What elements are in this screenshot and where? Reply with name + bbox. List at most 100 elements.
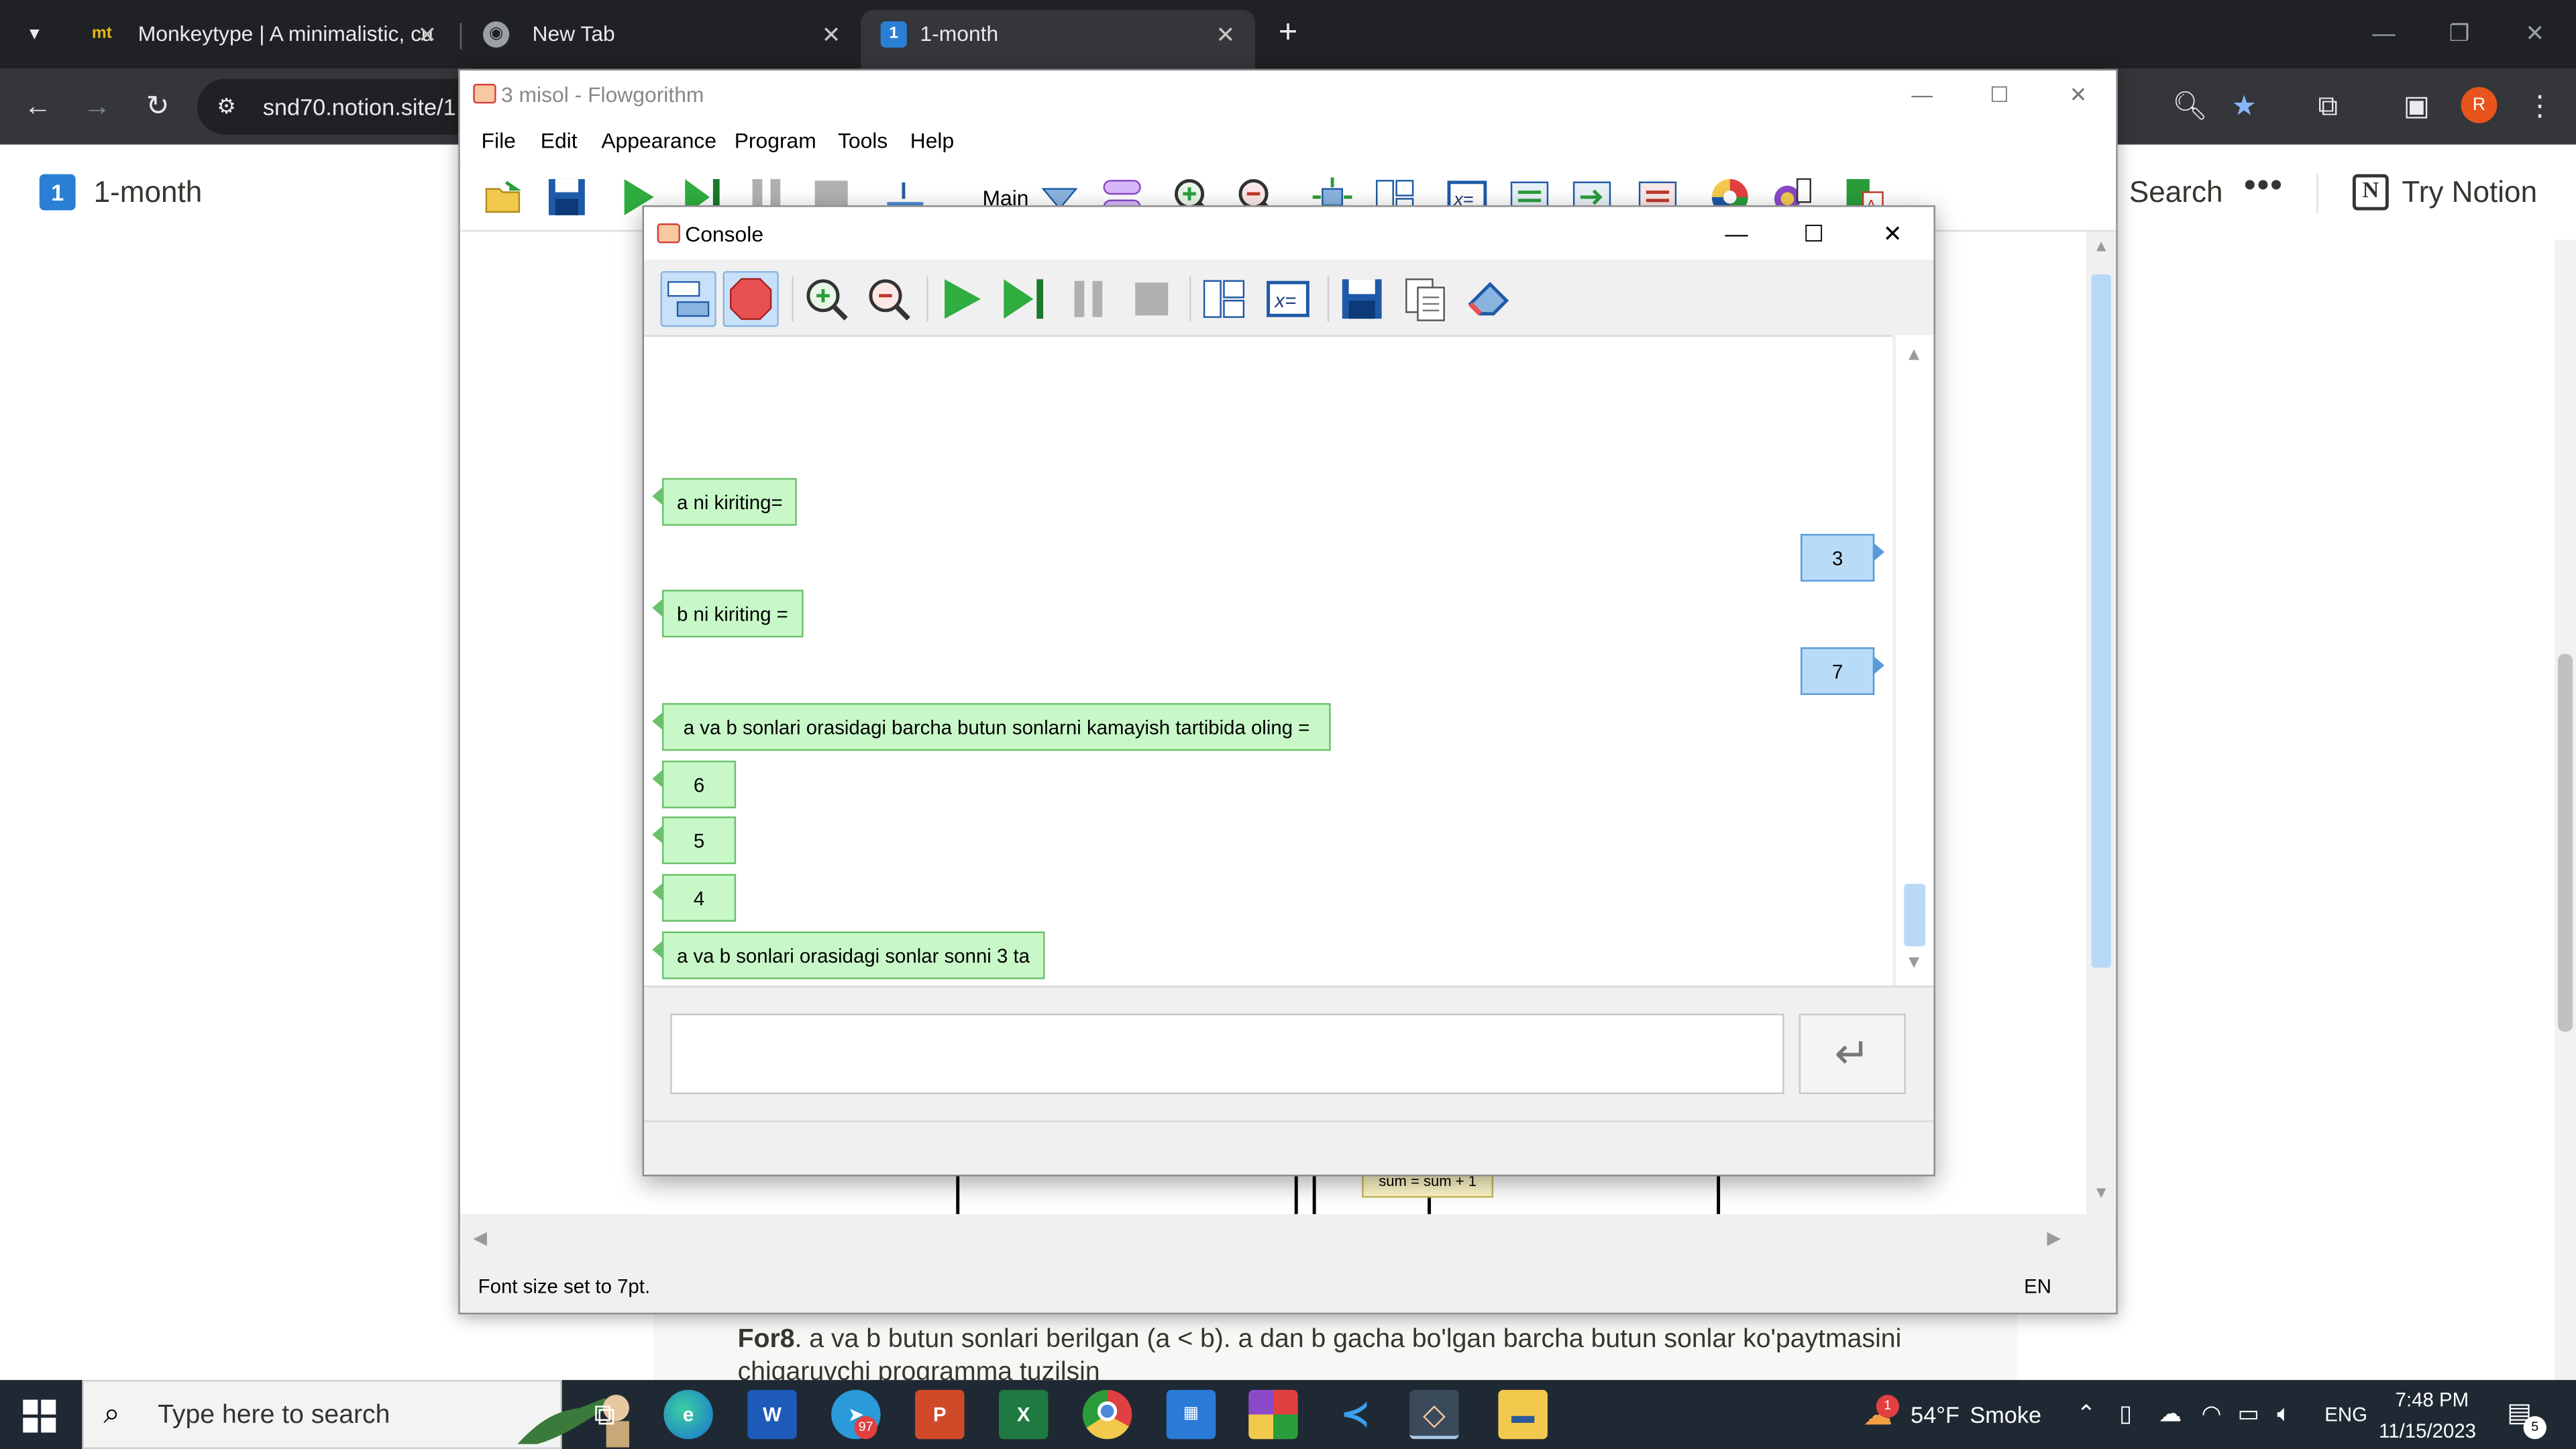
file-explorer-icon[interactable]: ▬ (1498, 1389, 1548, 1440)
status-bar: Font size set to 7pt. EN (460, 1260, 2116, 1313)
more-options-icon[interactable]: ••• (2244, 168, 2284, 205)
save-icon[interactable] (1334, 271, 1390, 327)
scroll-down-icon[interactable]: ▼ (1902, 953, 1925, 972)
close-icon[interactable]: ✕ (1868, 215, 1917, 252)
device-icon[interactable]: ▯ (2119, 1400, 2132, 1428)
menu-file[interactable]: File (482, 128, 516, 153)
notion-logo-icon[interactable]: N (2352, 174, 2389, 211)
windows-start-icon[interactable] (23, 1399, 56, 1433)
scroll-down-icon[interactable]: ▼ (2092, 1185, 2111, 1203)
zoom-icon[interactable]: 🔍︎ (2169, 85, 2212, 128)
flowchart-connector (1312, 1175, 1316, 1214)
maximize-icon[interactable]: ☐ (1975, 77, 2024, 113)
console-scrollbar[interactable]: ▲ ▼ (1896, 335, 1934, 986)
menu-tools[interactable]: Tools (838, 128, 888, 153)
menu-program[interactable]: Program (735, 128, 816, 153)
tab-monkeytype[interactable]: mt Monkeytype | A minimalistic, cu ✕ (66, 10, 457, 69)
flowchart-connector (956, 1175, 960, 1214)
copy-icon[interactable] (1398, 271, 1454, 327)
canvas-vertical-scrollbar[interactable]: ▲ ▼ (2086, 231, 2116, 1214)
taskbar-search-box[interactable]: ⌕ Type here to search (82, 1380, 629, 1449)
console-input-message: 3 (1801, 533, 1884, 582)
notion-page-title[interactable]: 1-month (94, 174, 203, 211)
close-tab-icon[interactable]: ✕ (818, 10, 845, 59)
save-icon[interactable] (545, 176, 588, 219)
reload-icon[interactable]: ↻ (136, 85, 179, 128)
winrar-icon[interactable] (1248, 1389, 1298, 1440)
new-tab-icon[interactable]: + (1269, 13, 1308, 53)
address-bar[interactable]: ⚙ snd70.notion.site/1 (197, 78, 477, 135)
minimize-icon[interactable]: — (1712, 215, 1761, 252)
tab-1-month[interactable]: 1 1-month ✕ (861, 9, 1256, 69)
weather-temperature[interactable]: 54°F (1911, 1401, 1960, 1428)
scrollbar-thumb[interactable] (2558, 653, 2573, 1032)
menu-edit[interactable]: Edit (541, 128, 578, 153)
step-icon[interactable] (998, 271, 1053, 327)
onedrive-icon[interactable]: ☁ (2159, 1400, 2182, 1428)
task-view-icon[interactable]: ⧉ (580, 1390, 629, 1439)
pause-icon[interactable] (1061, 271, 1117, 327)
scroll-left-icon[interactable]: ◀ (473, 1227, 487, 1248)
minimize-icon[interactable]: — (1898, 77, 1947, 113)
scrollbar-thumb[interactable] (1904, 883, 1926, 947)
weather-description[interactable]: Smoke (1970, 1401, 2041, 1428)
zoom-in-icon[interactable] (798, 271, 854, 327)
menu-help[interactable]: Help (910, 128, 955, 153)
canvas-horizontal-scrollbar[interactable]: ◀ ▶ (460, 1220, 2087, 1257)
stop-icon[interactable] (1124, 271, 1179, 327)
edge-icon[interactable]: e (663, 1389, 713, 1440)
zoom-out-icon[interactable] (861, 271, 916, 327)
close-icon[interactable]: ✕ (2053, 77, 2102, 113)
site-info-icon[interactable]: ⚙ (217, 79, 236, 135)
console-title-bar: Console — ☐ ✕ (644, 207, 1934, 260)
minimize-icon[interactable]: — (2346, 13, 2422, 53)
scroll-right-icon[interactable]: ▶ (2047, 1227, 2061, 1248)
restore-icon[interactable]: ❐ (2422, 13, 2498, 53)
scroll-up-icon[interactable]: ▲ (1902, 345, 1925, 364)
page-scrollbar[interactable] (2555, 239, 2576, 1381)
maximize-icon[interactable]: ☐ (1789, 215, 1838, 252)
show-hidden-icons-icon[interactable]: ⌃ (2077, 1400, 2096, 1428)
run-icon[interactable] (933, 271, 989, 327)
chat-view-icon[interactable] (660, 271, 716, 327)
open-folder-icon[interactable] (483, 176, 526, 219)
word-icon[interactable]: W (747, 1389, 797, 1440)
tab-new-tab[interactable]: ◉ New Tab ✕ (460, 10, 861, 69)
vscode-icon[interactable]: ≺ (1331, 1390, 1380, 1439)
calendar-icon[interactable]: ▦ (1166, 1389, 1216, 1440)
eraser-icon[interactable] (1460, 271, 1516, 327)
chrome-icon[interactable] (1082, 1389, 1132, 1440)
volume-icon[interactable]: 🔈︎ (2277, 1400, 2291, 1428)
powerpoint-icon[interactable]: P (915, 1389, 965, 1440)
chrome-menu-icon[interactable]: ⋮ (2518, 85, 2561, 128)
assign-icon[interactable]: x= (1260, 271, 1316, 327)
flowgorithm-taskbar-icon[interactable]: ◇ (1409, 1389, 1459, 1440)
enter-button[interactable]: ↵ (1799, 1014, 1906, 1095)
close-window-icon[interactable]: ✕ (2497, 13, 2573, 53)
side-panel-icon[interactable]: ▣ (2396, 85, 2438, 128)
bookmark-star-icon[interactable]: ★ (2222, 85, 2265, 128)
tab-search-button[interactable]: ▾ (13, 10, 56, 56)
back-icon[interactable]: ← (16, 85, 59, 128)
input-language[interactable]: ENG (2324, 1403, 2367, 1426)
menu-appearance[interactable]: Appearance (601, 128, 716, 153)
scroll-up-icon[interactable]: ▲ (2092, 238, 2111, 256)
close-tab-icon[interactable]: ✕ (414, 10, 440, 59)
try-notion-button[interactable]: Try Notion (2402, 176, 2537, 210)
profile-avatar[interactable]: R (2461, 87, 2498, 123)
clock-date[interactable]: 11/15/2023 (2379, 1419, 2476, 1442)
extensions-icon[interactable]: ⧉ (2306, 85, 2349, 128)
scrollbar-thumb[interactable] (2091, 274, 2111, 968)
stop-sign-icon[interactable] (722, 271, 779, 327)
clock-time[interactable]: 7:48 PM (2396, 1388, 2469, 1411)
console-input-field[interactable] (670, 1014, 1784, 1095)
close-tab-icon[interactable]: ✕ (1212, 10, 1238, 59)
notion-search-button[interactable]: Search (2129, 176, 2223, 210)
telegram-badge: 97 (854, 1416, 877, 1440)
battery-icon[interactable]: ▭ (2238, 1400, 2259, 1428)
wifi-icon[interactable]: ◠ (2202, 1400, 2222, 1428)
variables-panel-icon[interactable] (1196, 271, 1252, 327)
forward-icon[interactable]: → (76, 85, 119, 128)
excel-icon[interactable]: X (998, 1389, 1049, 1440)
notion-page-icon: 1 (39, 174, 76, 211)
